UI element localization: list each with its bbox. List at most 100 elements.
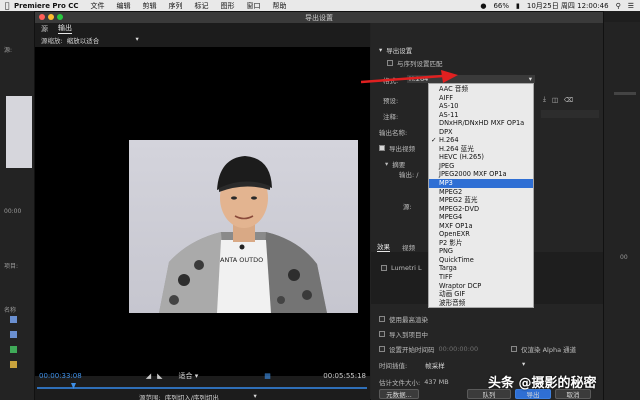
format-option-label: PNG (439, 247, 454, 256)
max-render-checkbox[interactable] (379, 316, 385, 322)
menu-window[interactable]: 窗口 (247, 1, 261, 11)
format-option[interactable]: MPEG2 蓝光 (429, 196, 533, 205)
watermark-text: 头条 @摄影的秘密 (488, 376, 597, 391)
format-option[interactable]: Targa (429, 264, 533, 273)
lumetri-label: Lumetri L (391, 264, 422, 272)
start-timecode-row: 设置开始时间码 00:00:00:00 (379, 344, 478, 354)
alpha-row: 仅渲染 Alpha 通道 (511, 344, 576, 354)
format-option[interactable]: DNxHR/DNxHD MXF OP1a (429, 119, 533, 128)
format-option[interactable]: Wraptor DCP (429, 282, 533, 291)
export-video-checkbox[interactable] (379, 145, 385, 151)
source-scale-value: 缩放以适合 (66, 37, 100, 45)
start-timecode-value[interactable]: 00:00:00:00 (439, 345, 479, 353)
source-scale-dropdown[interactable]: 缩放以适合 ▾ (67, 35, 139, 45)
summary-header[interactable]: ▾ 摘要 (385, 159, 405, 169)
format-option[interactable]: 动画 GIF (429, 290, 533, 299)
crop-output-icon[interactable]: ▦ (264, 372, 271, 380)
out-point-icon[interactable]: ◣ (157, 372, 162, 380)
list-icon[interactable]: ☰ (628, 2, 634, 10)
bg-project-label: 项目: (4, 263, 19, 270)
interpolation-row: 时间插值: 帧采样 ▾ (379, 360, 525, 370)
match-sequence-checkbox[interactable] (387, 60, 393, 66)
lumetri-row: Lumetri L (381, 264, 422, 272)
preview-frame-image: ANTA OUTDO (129, 140, 358, 313)
chevron-down-icon: ▾ (528, 75, 532, 83)
format-option[interactable]: MPEG2-DVD (429, 205, 533, 214)
format-option[interactable]: QuickTime (429, 256, 533, 265)
format-option[interactable]: ✓ H.264 (429, 136, 533, 145)
format-option[interactable]: H.264 蓝光 (429, 145, 533, 154)
alpha-checkbox[interactable] (511, 346, 517, 352)
zoom-window-button[interactable] (57, 14, 63, 20)
export-settings-header[interactable]: ▾ 导出设置 (379, 45, 412, 55)
import-project-checkbox[interactable] (379, 331, 385, 337)
timeline-scrubber[interactable] (37, 383, 367, 391)
delete-preset-icon[interactable]: ⌫ (564, 96, 573, 104)
fit-dropdown[interactable]: 适合 ▾ (179, 371, 199, 381)
format-option[interactable]: MXF OP1a (429, 222, 533, 231)
source-range-dropdown[interactable]: 序列切入/序列切出 ▾ (165, 392, 257, 400)
format-option[interactable]: JPEG2000 MXF OP1a (429, 170, 533, 179)
minimize-window-button[interactable] (48, 14, 54, 20)
dialog-titlebar: 导出设置 (35, 12, 603, 23)
battery-icon[interactable]: ▮ (516, 2, 520, 10)
format-option[interactable]: DPX (429, 128, 533, 137)
format-option[interactable]: MPEG4 (429, 213, 533, 222)
menu-help[interactable]: 帮助 (273, 1, 287, 11)
wifi-icon[interactable]: ● (480, 2, 486, 10)
interpolation-dropdown[interactable]: 帧采样 ▾ (425, 360, 525, 370)
current-timecode[interactable]: 00:00:33:08 (39, 372, 82, 380)
import-preset-icon[interactable]: ◫ (552, 96, 558, 104)
menu-file[interactable]: 文件 (91, 1, 105, 11)
app-name-menu[interactable]: Premiere Pro CC (14, 2, 79, 10)
tab-source[interactable]: 源 (41, 24, 48, 34)
tab-video[interactable]: 视频 (402, 242, 415, 252)
apple-icon[interactable]:  (0, 1, 14, 10)
in-point-icon[interactable]: ◢ (146, 372, 151, 380)
start-timecode-checkbox[interactable] (379, 346, 385, 352)
lumetri-checkbox[interactable] (381, 265, 387, 271)
person-portrait: ANTA OUTDO (159, 156, 327, 313)
menu-graphics[interactable]: 图形 (221, 1, 235, 11)
menu-edit[interactable]: 编辑 (117, 1, 131, 11)
menu-sequence[interactable]: 序列 (169, 1, 183, 11)
import-project-row: 导入到项目中 (379, 329, 428, 339)
format-option[interactable]: AIFF (429, 94, 533, 103)
close-window-button[interactable] (39, 14, 45, 20)
bg-name-column: 名称 (4, 307, 17, 314)
start-timecode-label: 设置开始时间码 (389, 346, 435, 354)
chevron-down-icon: ▾ (379, 46, 383, 54)
clock[interactable]: 10月25日 周四 12:00:46 (527, 1, 609, 11)
source-scale-label: 源缩放: (41, 37, 63, 45)
format-option[interactable]: PNG (429, 247, 533, 256)
source-scaling-row: 源缩放: 缩放以适合 ▾ (35, 34, 370, 46)
format-option-label: MPEG2 蓝光 (439, 196, 478, 205)
metadata-button[interactable]: 元数据... (379, 389, 419, 399)
format-option-label: 波形音频 (439, 298, 466, 307)
export-video-row: 导出视频 (379, 143, 415, 153)
save-preset-icon[interactable]: ⤓ (543, 95, 546, 104)
format-dropdown-list: AAC 音频 AIFF AS-10 AS-11 DNxHR/DNxHD MXF OP1a… (428, 83, 534, 309)
comment-field[interactable] (541, 110, 599, 118)
filesize-value: 437 MB (424, 378, 449, 386)
menu-clip[interactable]: 剪辑 (143, 1, 157, 11)
format-option[interactable]: OpenEXR (429, 230, 533, 239)
format-option[interactable]: P2 影片 (429, 239, 533, 248)
format-option[interactable]: AS-10 (429, 102, 533, 111)
max-render-label: 使用最高渲染 (389, 316, 428, 324)
search-icon[interactable]: ⚲ (616, 2, 621, 10)
battery-percent: 66% (493, 1, 510, 10)
format-option[interactable]: TIFF (429, 273, 533, 282)
format-option[interactable]: JPEG (429, 162, 533, 171)
format-option-label: MPEG4 (439, 213, 463, 222)
tab-effects[interactable]: 效果 (377, 241, 390, 252)
format-option[interactable]: 波形音频 (429, 299, 533, 308)
format-option-label: H.264 (439, 136, 459, 145)
format-option[interactable]: HEVC (H.265) (429, 153, 533, 162)
bg-right-label: 00 (620, 254, 628, 261)
format-option[interactable]: AS-11 (429, 111, 533, 120)
tab-output[interactable]: 输出 (58, 23, 72, 34)
format-option[interactable]: MPEG2 (429, 188, 533, 197)
format-option[interactable]: MP3 (429, 179, 533, 188)
menu-marker[interactable]: 标记 (195, 1, 209, 11)
